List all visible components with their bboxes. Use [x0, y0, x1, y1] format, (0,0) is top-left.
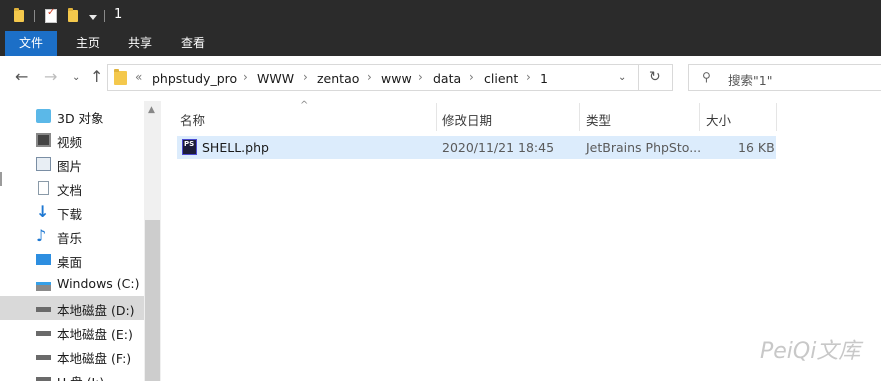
up-arrow-icon[interactable]: ↑ [90, 64, 103, 90]
nav-item-label: 本地磁盘 (D:) [57, 303, 135, 318]
nav-item-3d-objects[interactable]: 3D 对象 [0, 104, 144, 128]
file-size: 16 KB [738, 140, 775, 155]
tab-share[interactable]: 共享 [126, 31, 154, 56]
forward-arrow-icon[interactable]: → [44, 64, 57, 90]
download-arrow-icon: ↓ [36, 202, 50, 221]
column-header-modified[interactable]: 修改日期 [442, 110, 492, 129]
nav-item-label: Windows (C:) [57, 276, 140, 291]
customize-toolbar-chevron-icon[interactable] [89, 15, 97, 20]
breadcrumb-separator[interactable]: › [303, 70, 308, 84]
back-arrow-icon[interactable]: ← [15, 64, 28, 90]
nav-item-label: 视频 [57, 135, 83, 150]
nav-item-label: 本地磁盘 (E:) [57, 327, 133, 342]
scrollbar-thumb[interactable] [145, 220, 160, 381]
desktop-icon [36, 254, 51, 265]
breadcrumb-separator[interactable]: › [469, 70, 474, 84]
nav-item-local-disk-d[interactable]: 本地磁盘 (D:) [0, 296, 144, 320]
nav-item-label: 音乐 [57, 231, 83, 246]
breadcrumb-item[interactable]: 1 [540, 71, 548, 86]
refresh-icon: ↻ [649, 69, 661, 85]
windows-drive-icon [36, 282, 51, 291]
documents-icon [38, 181, 49, 195]
nav-item-label: 文档 [57, 183, 83, 198]
column-header-name[interactable]: 名称 [180, 110, 205, 129]
breadcrumb-item[interactable]: zentao [317, 71, 359, 86]
hard-drive-icon [36, 355, 51, 360]
new-folder-icon[interactable] [68, 8, 78, 22]
column-divider[interactable] [579, 103, 580, 131]
title-bar [0, 0, 881, 31]
tab-file[interactable]: 文件 [5, 31, 57, 56]
nav-item-label: 图片 [57, 159, 83, 174]
breadcrumb-separator[interactable]: › [526, 70, 531, 84]
search-icon: ⚲ [702, 70, 711, 84]
refresh-button[interactable]: ↻ [639, 64, 673, 91]
tab-home[interactable]: 主页 [74, 31, 102, 56]
search-input[interactable] [688, 64, 881, 91]
properties-icon[interactable] [45, 7, 57, 23]
search-placeholder: 搜索"1" [728, 73, 773, 88]
title-divider [104, 10, 105, 22]
column-divider[interactable] [776, 103, 777, 131]
breadcrumb-item[interactable]: phpstudy_pro [152, 71, 237, 86]
folder-icon [114, 69, 127, 85]
sort-ascending-icon: ^ [300, 100, 309, 111]
watermark: PeiQi文库 [760, 339, 861, 364]
nav-item-label: 3D 对象 [57, 111, 104, 126]
file-name[interactable]: SHELL.php [202, 140, 269, 155]
cube-3d-icon [36, 109, 51, 123]
nav-item-label: U 盘 (I:) [57, 372, 104, 381]
breadcrumb-separator[interactable]: › [418, 70, 423, 84]
breadcrumb-separator[interactable]: › [367, 70, 372, 84]
phpstorm-file-icon: PS [182, 139, 197, 155]
nav-item-downloads[interactable]: ↓ 下载 [0, 200, 144, 224]
nav-item-local-disk-f[interactable]: 本地磁盘 (F:) [0, 344, 144, 368]
breadcrumb-item[interactable]: www [381, 71, 412, 86]
scroll-up-icon[interactable]: ▲ [148, 105, 155, 115]
breadcrumb-separator[interactable]: › [243, 70, 248, 84]
nav-item-label: 桌面 [57, 255, 83, 270]
pictures-icon [36, 157, 51, 171]
quick-access-divider [34, 10, 35, 22]
nav-item-music[interactable]: ♪ 音乐 [0, 224, 144, 248]
column-divider[interactable] [699, 103, 700, 131]
window-title: 1 [114, 7, 123, 22]
recent-locations-chevron-icon[interactable]: ⌄ [72, 65, 80, 91]
nav-item-pictures[interactable]: 图片 [0, 152, 144, 176]
breadcrumb-item[interactable]: client [484, 71, 518, 86]
breadcrumb-item[interactable]: data [433, 71, 461, 86]
file-modified: 2020/11/21 18:45 [442, 140, 555, 155]
breadcrumb-item[interactable]: WWW [257, 71, 294, 86]
hard-drive-icon [36, 307, 51, 312]
address-history-chevron-icon[interactable]: ⌄ [618, 65, 626, 91]
usb-drive-icon [36, 377, 51, 381]
nav-item-label: 下载 [57, 207, 83, 222]
music-note-icon: ♪ [36, 226, 47, 245]
folder-icon [14, 8, 24, 22]
nav-item-label: 本地磁盘 (F:) [57, 351, 132, 366]
nav-item-usb-i[interactable]: U 盘 (I:) [0, 368, 144, 381]
tab-view[interactable]: 查看 [179, 31, 207, 56]
column-header-type[interactable]: 类型 [586, 110, 611, 129]
nav-item-documents[interactable]: 文档 [0, 176, 144, 200]
column-divider[interactable] [436, 103, 437, 131]
nav-item-windows-c[interactable]: Windows (C:) [0, 272, 144, 296]
breadcrumb-overflow[interactable]: « [135, 70, 142, 84]
hard-drive-icon [36, 331, 51, 336]
nav-item-local-disk-e[interactable]: 本地磁盘 (E:) [0, 320, 144, 344]
column-header-size[interactable]: 大小 [706, 110, 731, 129]
file-type: JetBrains PhpSto... [586, 140, 702, 155]
nav-item-videos[interactable]: 视频 [0, 128, 144, 152]
video-icon [36, 133, 51, 147]
nav-item-desktop[interactable]: 桌面 [0, 248, 144, 272]
